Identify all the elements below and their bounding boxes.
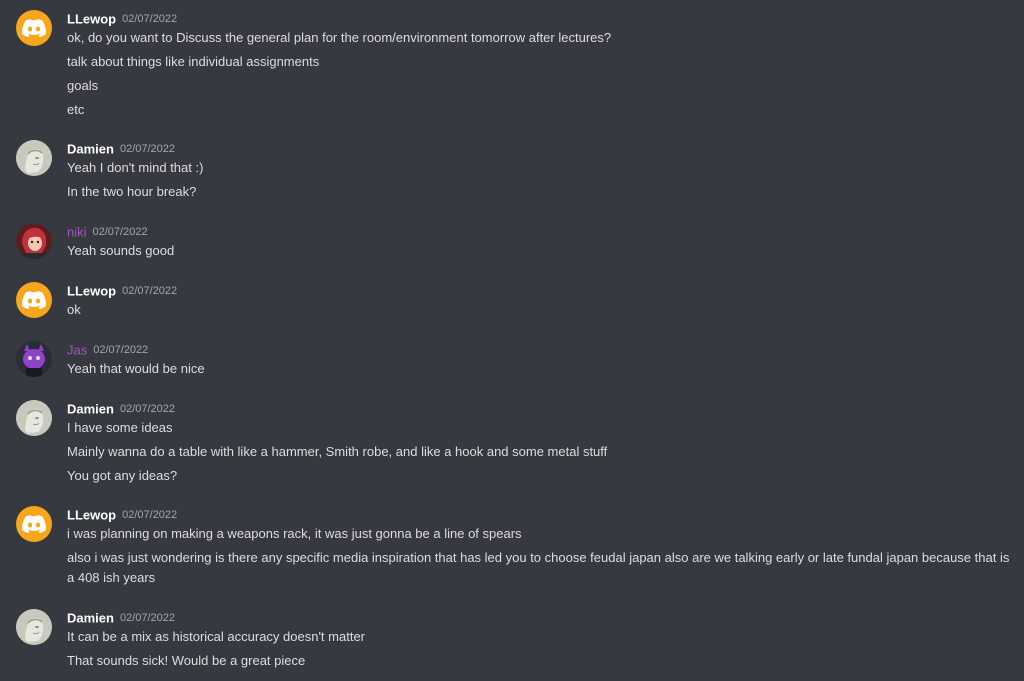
niki-avatar[interactable] bbox=[16, 223, 52, 259]
discord-logo-avatar[interactable] bbox=[16, 506, 52, 542]
message-text: also i was just wondering is there any s… bbox=[67, 550, 1010, 585]
username[interactable]: Damien bbox=[67, 141, 114, 156]
message-header: LLewop 02/07/2022 bbox=[67, 282, 177, 302]
damien-avatar[interactable] bbox=[16, 400, 52, 436]
username[interactable]: LLewop bbox=[67, 11, 116, 26]
username[interactable]: Jas bbox=[67, 342, 87, 357]
anime-character-icon bbox=[16, 223, 52, 259]
message-text: goals bbox=[67, 78, 99, 93]
message-header: Jas 02/07/2022 bbox=[67, 341, 148, 361]
message-text: Yeah I don't mind that :) bbox=[67, 160, 204, 175]
message-header: LLewop 02/07/2022 bbox=[67, 506, 177, 526]
timestamp: 02/07/2022 bbox=[119, 402, 176, 415]
statue-head-icon bbox=[16, 400, 52, 436]
message-header: Damien 02/07/2022 bbox=[67, 400, 175, 420]
damien-avatar[interactable] bbox=[16, 140, 52, 176]
message-text: talk about things like individual assign… bbox=[67, 54, 320, 69]
message-text: etc bbox=[67, 102, 85, 117]
message-text: I have some ideas bbox=[67, 420, 173, 435]
message-text: Yeah sounds good bbox=[67, 243, 175, 258]
username[interactable]: Damien bbox=[67, 401, 114, 416]
username[interactable]: Damien bbox=[67, 610, 114, 625]
statue-head-icon bbox=[16, 140, 52, 176]
message-header: Damien 02/07/2022 bbox=[67, 140, 175, 160]
timestamp: 02/07/2022 bbox=[92, 225, 148, 238]
message-text: That sounds sick! Would be a great piece bbox=[67, 653, 306, 668]
message-text: It can be a mix as historical accuracy d… bbox=[67, 629, 365, 644]
purple-creature-icon bbox=[16, 341, 52, 377]
discord-logo-avatar[interactable] bbox=[16, 10, 52, 46]
discord-logo-icon bbox=[22, 19, 46, 37]
timestamp: 02/07/2022 bbox=[122, 508, 178, 521]
discord-logo-avatar[interactable] bbox=[16, 282, 52, 318]
message-text: You got any ideas? bbox=[67, 468, 178, 483]
username[interactable]: LLewop bbox=[67, 507, 116, 522]
message-text: In the two hour break? bbox=[67, 184, 197, 199]
message-text: ok bbox=[67, 302, 81, 317]
message-header: Damien 02/07/2022 bbox=[67, 609, 175, 629]
statue-head-icon bbox=[16, 609, 52, 645]
discord-logo-icon bbox=[22, 515, 46, 533]
chat-messages: LLewop 02/07/2022 ok, do you want to Disc… bbox=[0, 0, 1024, 681]
timestamp: 02/07/2022 bbox=[119, 142, 176, 155]
username[interactable]: LLewop bbox=[67, 283, 116, 298]
message-text: i was planning on making a weapons rack,… bbox=[67, 526, 522, 541]
timestamp: 02/07/2022 bbox=[93, 343, 149, 356]
message-header: LLewop 02/07/2022 bbox=[67, 10, 177, 30]
timestamp: 02/07/2022 bbox=[122, 12, 178, 25]
message-text: Mainly wanna do a table with like a hamm… bbox=[67, 444, 608, 459]
timestamp: 02/07/2022 bbox=[119, 611, 176, 624]
message-header: niki 02/07/2022 bbox=[67, 223, 148, 243]
message-text: ok, do you want to Discuss the general p… bbox=[67, 30, 612, 45]
discord-logo-icon bbox=[22, 291, 46, 309]
username[interactable]: niki bbox=[67, 224, 87, 239]
message-text: Yeah that would be nice bbox=[67, 361, 205, 376]
jas-avatar[interactable] bbox=[16, 341, 52, 377]
timestamp: 02/07/2022 bbox=[122, 284, 178, 297]
damien-avatar[interactable] bbox=[16, 609, 52, 645]
